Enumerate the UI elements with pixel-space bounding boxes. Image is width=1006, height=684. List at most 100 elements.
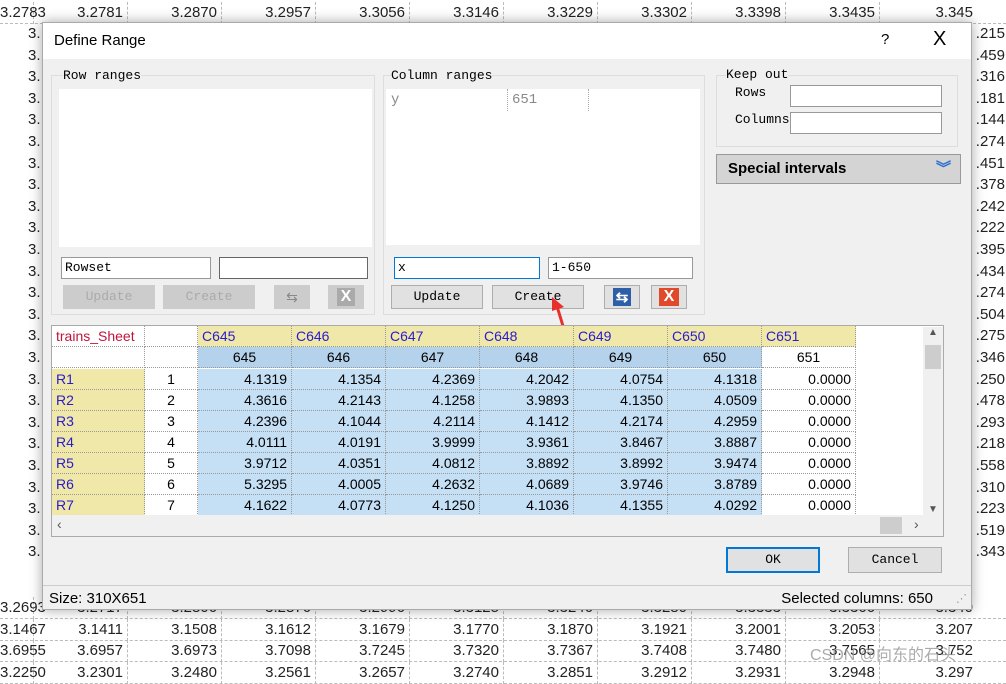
background-cell: 3.6955	[0, 640, 46, 662]
horizontal-scrollbar[interactable]: ‹ ›	[52, 515, 943, 536]
row-ranges-list[interactable]	[59, 89, 372, 247]
close-button[interactable]: X	[933, 28, 946, 51]
table-cell[interactable]: 4.1355	[574, 495, 668, 516]
column-number-header[interactable]: 650	[668, 347, 762, 368]
table-cell[interactable]: 3.9474	[668, 453, 762, 474]
column-header[interactable]: C648	[480, 326, 574, 347]
table-cell[interactable]: 3.8887	[668, 432, 762, 453]
help-button[interactable]: ?	[881, 31, 889, 48]
table-cell[interactable]: 4.0754	[574, 369, 668, 390]
table-cell[interactable]: 4.2042	[480, 369, 574, 390]
table-cell[interactable]: 0.0000	[762, 432, 856, 453]
row-header[interactable]: R4	[52, 432, 145, 453]
table-cell[interactable]: 4.0509	[668, 390, 762, 411]
table-cell[interactable]: 4.1350	[574, 390, 668, 411]
table-cell[interactable]: 4.0812	[386, 453, 480, 474]
column-range-name-input[interactable]: x	[394, 257, 540, 279]
column-number-header[interactable]: 649	[574, 347, 668, 368]
table-cell[interactable]: 0.0000	[762, 369, 856, 390]
column-header[interactable]: C649	[574, 326, 668, 347]
table-cell[interactable]: 4.1354	[292, 369, 386, 390]
data-grid[interactable]: trains_Sheet C645 645 C646 646 C647 647 C648 648…	[51, 325, 944, 537]
table-cell[interactable]: 3.8789	[668, 474, 762, 495]
status-bar: Size: 310X651 Selected columns: 650 ⋰	[43, 585, 971, 611]
table-cell[interactable]: 4.1318	[668, 369, 762, 390]
column-number-header[interactable]: 646	[292, 347, 386, 368]
column-header[interactable]: C646	[292, 326, 386, 347]
table-cell[interactable]: 4.1044	[292, 411, 386, 432]
table-cell[interactable]: 4.1250	[386, 495, 480, 516]
column-number-header[interactable]: 648	[480, 347, 574, 368]
column-update-button[interactable]: Update	[391, 285, 483, 309]
column-number-header[interactable]: 651	[762, 347, 856, 368]
background-cell: .215	[975, 25, 1005, 42]
vertical-scrollbar[interactable]: ▲ ▼	[923, 327, 943, 515]
table-cell[interactable]: 4.1036	[480, 495, 574, 516]
table-cell[interactable]: 0.0000	[762, 453, 856, 474]
table-cell[interactable]: 3.9746	[574, 474, 668, 495]
column-number-header[interactable]: 647	[386, 347, 480, 368]
table-cell[interactable]: 4.0292	[668, 495, 762, 516]
resize-grip-icon[interactable]: ⋰	[956, 592, 967, 605]
scrollbar-thumb[interactable]	[925, 345, 941, 369]
table-cell[interactable]: 4.2174	[574, 411, 668, 432]
keep-out-columns-input[interactable]	[790, 112, 942, 134]
row-create-button[interactable]: Create	[163, 285, 255, 309]
table-cell[interactable]: 4.2396	[198, 411, 292, 432]
column-ranges-list[interactable]: y 651	[386, 89, 700, 245]
column-number-header[interactable]: 645	[198, 347, 292, 368]
row-delete-button[interactable]: X	[328, 285, 364, 309]
table-cell[interactable]: 4.3616	[198, 390, 292, 411]
row-header[interactable]: R5	[52, 453, 145, 474]
row-header[interactable]: R1	[52, 369, 145, 390]
table-cell[interactable]: 3.8992	[574, 453, 668, 474]
ok-button[interactable]: OK	[726, 547, 820, 573]
table-cell[interactable]: 0.0000	[762, 390, 856, 411]
keep-out-rows-input[interactable]	[790, 85, 942, 107]
table-cell[interactable]: 4.0773	[292, 495, 386, 516]
column-header[interactable]: C651	[762, 326, 856, 347]
table-cell[interactable]: 4.2369	[386, 369, 480, 390]
table-cell[interactable]: 4.2632	[386, 474, 480, 495]
column-header[interactable]: C647	[386, 326, 480, 347]
column-range-input[interactable]: 1-650	[548, 257, 693, 279]
column-delete-button[interactable]: X	[651, 285, 687, 309]
table-cell[interactable]: 4.1622	[198, 495, 292, 516]
column-header[interactable]: C650	[668, 326, 762, 347]
table-cell[interactable]: 4.2959	[668, 411, 762, 432]
table-cell[interactable]: 4.0351	[292, 453, 386, 474]
scrollbar-thumb[interactable]	[880, 517, 902, 534]
column-header[interactable]: C645	[198, 326, 292, 347]
table-cell[interactable]: 4.0191	[292, 432, 386, 453]
list-item[interactable]: y 651	[386, 89, 700, 111]
table-cell[interactable]: 0.0000	[762, 411, 856, 432]
row-header[interactable]: R2	[52, 390, 145, 411]
table-cell[interactable]: 3.9712	[198, 453, 292, 474]
row-header[interactable]: R6	[52, 474, 145, 495]
table-cell[interactable]: 4.0005	[292, 474, 386, 495]
table-cell[interactable]: 3.8892	[480, 453, 574, 474]
row-swap-button[interactable]: ⇆	[274, 285, 310, 309]
table-cell[interactable]: 4.1319	[198, 369, 292, 390]
table-cell[interactable]: 4.0111	[198, 432, 292, 453]
row-header[interactable]: R3	[52, 411, 145, 432]
table-cell[interactable]: 5.3295	[198, 474, 292, 495]
table-cell[interactable]: 3.9893	[480, 390, 574, 411]
table-cell[interactable]: 4.2143	[292, 390, 386, 411]
table-cell[interactable]: 4.2114	[386, 411, 480, 432]
table-cell[interactable]: 0.0000	[762, 495, 856, 516]
cancel-button[interactable]: Cancel	[848, 547, 942, 573]
table-cell[interactable]: 4.1412	[480, 411, 574, 432]
table-cell[interactable]: 0.0000	[762, 474, 856, 495]
table-cell[interactable]: 4.1258	[386, 390, 480, 411]
table-cell[interactable]: 3.9999	[386, 432, 480, 453]
table-cell[interactable]: 4.0689	[480, 474, 574, 495]
column-swap-button[interactable]: ⇆	[604, 285, 640, 309]
row-header[interactable]: R7	[52, 495, 145, 516]
row-range-input[interactable]	[219, 257, 368, 279]
table-cell[interactable]: 3.8467	[574, 432, 668, 453]
table-cell[interactable]: 3.9361	[480, 432, 574, 453]
rowset-name-input[interactable]: Rowset	[61, 257, 211, 279]
special-intervals-toggle[interactable]: Special intervals ︾	[716, 154, 961, 184]
row-update-button[interactable]: Update	[63, 285, 155, 309]
